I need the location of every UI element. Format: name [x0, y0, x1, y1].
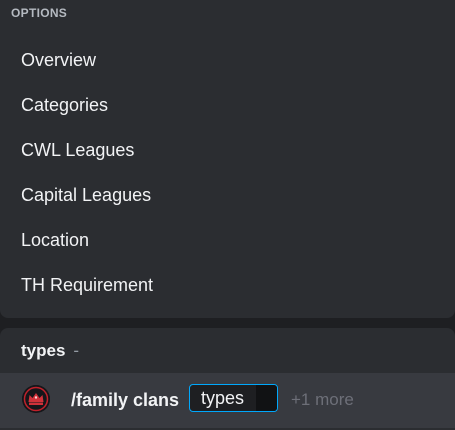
option-cwl-leagues[interactable]: CWL Leagues [4, 130, 451, 170]
parameter-description-dash: - [73, 341, 80, 360]
option-categories[interactable]: Categories [4, 85, 451, 125]
options-header: OPTIONS [11, 6, 68, 20]
command-name: /family clans [71, 390, 180, 410]
option-location[interactable]: Location [4, 220, 451, 260]
option-capital-leagues[interactable]: Capital Leagues [4, 175, 451, 215]
option-overview[interactable]: Overview [4, 40, 451, 80]
parameter-chip-value[interactable] [256, 385, 277, 411]
command-row[interactable]: /family clans types +1 more [0, 373, 455, 428]
parameter-title: types [21, 341, 66, 360]
options-popup: OPTIONS Overview Categories CWL Leagues … [0, 0, 455, 318]
command-hint-panel: types - /family clans types +1 more [0, 328, 455, 430]
parameter-chip-types[interactable]: types [189, 384, 278, 412]
parameter-chip-label: types [201, 388, 245, 408]
discord-command-autocomplete: OPTIONS Overview Categories CWL Leagues … [0, 0, 455, 430]
more-parameters-label: +1 more [291, 390, 354, 409]
option-th-requirement[interactable]: TH Requirement [4, 265, 451, 305]
parameter-title-row: types - [21, 341, 79, 361]
crown-emblem-icon [22, 385, 50, 413]
